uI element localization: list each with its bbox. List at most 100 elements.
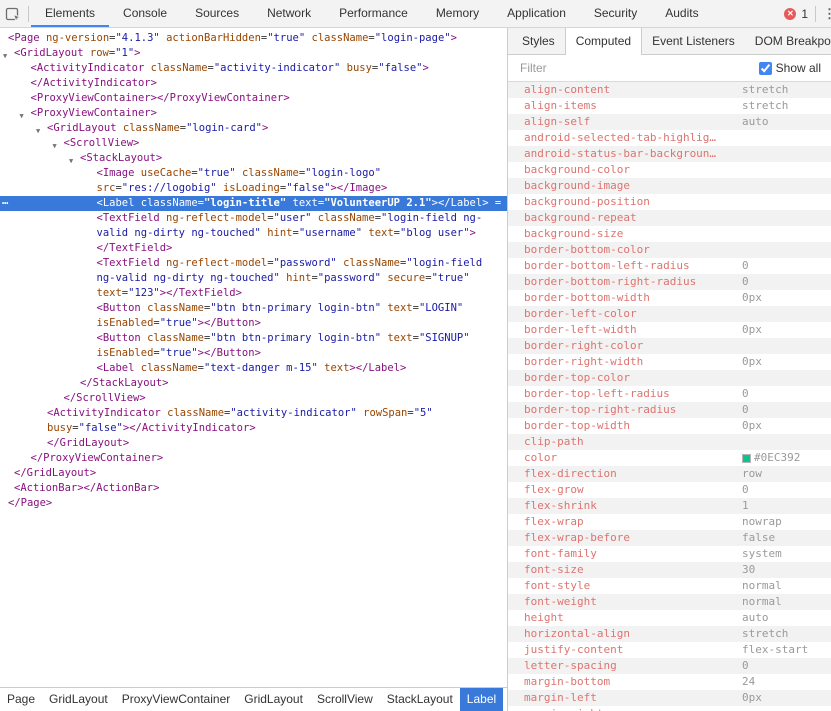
breadcrumb-item-proxyviewcontainer[interactable]: ProxyViewContainer	[115, 688, 238, 711]
property-value: 1	[742, 498, 749, 514]
toolbar-tab-memory[interactable]: Memory	[422, 0, 493, 25]
toolbar-tabs: ElementsConsoleSourcesNetworkPerformance…	[31, 0, 713, 27]
show-all-toggle[interactable]: Show all	[759, 61, 821, 75]
tree-node-close-gridlayout[interactable]: </GridLayout>	[0, 436, 507, 451]
computed-property-row[interactable]: flex-wrapnowrap	[508, 514, 831, 530]
tree-node-close-gridlayout[interactable]: </GridLayout>	[0, 466, 507, 481]
tree-node-proxyviewcontainer[interactable]: ▼<ProxyViewContainer>	[0, 106, 507, 121]
sidebar-tab-styles[interactable]: Styles	[512, 28, 565, 54]
sidebar-tab-computed[interactable]: Computed	[565, 28, 642, 55]
color-swatch[interactable]	[742, 454, 751, 463]
computed-property-row[interactable]: border-bottom-color	[508, 242, 831, 258]
computed-property-row[interactable]: background-color	[508, 162, 831, 178]
computed-property-row[interactable]: flex-grow0	[508, 482, 831, 498]
computed-property-row[interactable]: background-size	[508, 226, 831, 242]
tree-node-actionbar[interactable]: <ActionBar></ActionBar>	[0, 481, 507, 496]
computed-property-row[interactable]: clip-path	[508, 434, 831, 450]
computed-property-row[interactable]: border-right-width0px	[508, 354, 831, 370]
computed-property-row[interactable]: flex-wrap-beforefalse	[508, 530, 831, 546]
computed-property-row[interactable]: heightauto	[508, 610, 831, 626]
computed-property-row[interactable]: border-bottom-right-radius0	[508, 274, 831, 290]
tree-node-close-page[interactable]: </Page>	[0, 496, 507, 511]
computed-property-row[interactable]: font-familysystem	[508, 546, 831, 562]
computed-property-row[interactable]: margin-right	[508, 706, 831, 711]
toolbar-tab-performance[interactable]: Performance	[325, 0, 422, 25]
property-value: auto	[742, 610, 769, 626]
tree-node-page[interactable]: <Page ng-version="4.1.3" actionBarHidden…	[0, 31, 507, 46]
breadcrumb-item-stacklayout[interactable]: StackLayout	[380, 688, 460, 711]
computed-property-row[interactable]: border-top-right-radius0	[508, 402, 831, 418]
more-options-icon[interactable]: ⋮	[823, 6, 831, 22]
computed-property-row[interactable]: align-contentstretch	[508, 82, 831, 98]
computed-property-row[interactable]: font-stylenormal	[508, 578, 831, 594]
tree-node-button[interactable]: <Button className="btn btn-primary login…	[0, 331, 507, 361]
tree-node-button[interactable]: <Button className="btn btn-primary login…	[0, 301, 507, 331]
computed-property-row[interactable]: justify-contentflex-start	[508, 642, 831, 658]
tree-node-close-scrollview[interactable]: </ScrollView>	[0, 391, 507, 406]
tree-node-gridlayout[interactable]: ▼<GridLayout row="1">	[0, 46, 507, 61]
computed-property-row[interactable]: border-right-color	[508, 338, 831, 354]
computed-property-row[interactable]: android-status-bar-backgroun…	[508, 146, 831, 162]
computed-property-row[interactable]: color#0EC392	[508, 450, 831, 466]
error-badge-icon[interactable]: ✕	[784, 8, 796, 20]
computed-property-row[interactable]: margin-bottom24	[508, 674, 831, 690]
tree-node-gridlayout[interactable]: ▼<GridLayout className="login-card">	[0, 121, 507, 136]
breadcrumb-item-gridlayout[interactable]: GridLayout	[42, 688, 115, 711]
computed-property-row[interactable]: background-position	[508, 194, 831, 210]
sidebar-tab-event-listeners[interactable]: Event Listeners	[642, 28, 745, 54]
computed-property-row[interactable]: background-image	[508, 178, 831, 194]
property-name: justify-content	[524, 643, 623, 656]
computed-property-row[interactable]: flex-directionrow	[508, 466, 831, 482]
toolbar-tab-sources[interactable]: Sources	[181, 0, 253, 25]
tree-node-image[interactable]: <Image useCache="true" className="login-…	[0, 166, 507, 196]
computed-property-row[interactable]: font-size30	[508, 562, 831, 578]
inspect-element-button[interactable]	[0, 0, 26, 27]
computed-property-row[interactable]: margin-left0px	[508, 690, 831, 706]
computed-property-row[interactable]: border-top-left-radius0	[508, 386, 831, 402]
breadcrumb-item-label[interactable]: Label	[460, 688, 503, 711]
computed-property-row[interactable]: letter-spacing0	[508, 658, 831, 674]
computed-property-row[interactable]: border-left-color	[508, 306, 831, 322]
computed-property-row[interactable]: border-bottom-width0px	[508, 290, 831, 306]
toolbar-tab-network[interactable]: Network	[253, 0, 325, 25]
breadcrumb-item-page[interactable]: Page	[0, 688, 42, 711]
computed-property-row[interactable]: align-selfauto	[508, 114, 831, 130]
tree-node-label[interactable]: …<Label className="login-title" text="Vo…	[0, 196, 507, 211]
computed-property-row[interactable]: android-selected-tab-highlig…	[508, 130, 831, 146]
computed-property-row[interactable]: border-bottom-left-radius0	[508, 258, 831, 274]
sidebar-tab-dom-breakpoints[interactable]: DOM Breakpoints	[745, 28, 831, 54]
selected-row-dots-icon[interactable]: …	[2, 196, 8, 209]
show-all-checkbox[interactable]	[759, 62, 772, 75]
breadcrumb-item-scrollview[interactable]: ScrollView	[310, 688, 380, 711]
computed-property-row[interactable]: border-top-color	[508, 370, 831, 386]
tree-node-textfield[interactable]: <TextField ng-reflect-model="password" c…	[0, 256, 507, 301]
toolbar-tab-audits[interactable]: Audits	[651, 0, 712, 25]
breadcrumb-item-gridlayout[interactable]: GridLayout	[237, 688, 310, 711]
toolbar-tab-security[interactable]: Security	[580, 0, 651, 25]
toolbar-tab-application[interactable]: Application	[493, 0, 580, 25]
toolbar-tab-elements[interactable]: Elements	[31, 0, 109, 27]
computed-property-row[interactable]: border-top-width0px	[508, 418, 831, 434]
property-name: margin-left	[524, 691, 597, 704]
tree-node-close-proxyviewcontainer[interactable]: </ProxyViewContainer>	[0, 451, 507, 466]
tree-node-proxyviewcontainer[interactable]: <ProxyViewContainer></ProxyViewContainer…	[0, 91, 507, 106]
property-value: 0px	[742, 354, 762, 370]
toolbar-tab-console[interactable]: Console	[109, 0, 181, 25]
tree-node-stacklayout[interactable]: ▼<StackLayout>	[0, 151, 507, 166]
filter-input[interactable]	[518, 60, 755, 76]
tree-node-textfield[interactable]: <TextField ng-reflect-model="user" class…	[0, 211, 507, 256]
tree-node-activityindicator[interactable]: <ActivityIndicator className="activity-i…	[0, 61, 507, 91]
computed-property-row[interactable]: background-repeat	[508, 210, 831, 226]
computed-property-row[interactable]: align-itemsstretch	[508, 98, 831, 114]
computed-property-row[interactable]: horizontal-alignstretch	[508, 626, 831, 642]
property-name: align-items	[524, 99, 597, 112]
tree-node-scrollview[interactable]: ▼<ScrollView>	[0, 136, 507, 151]
error-count[interactable]: 1	[801, 7, 808, 21]
computed-property-row[interactable]: border-left-width0px	[508, 322, 831, 338]
tree-node-label[interactable]: <Label className="text-danger m-15" text…	[0, 361, 507, 376]
computed-property-row[interactable]: font-weightnormal	[508, 594, 831, 610]
tree-node-activityindicator[interactable]: <ActivityIndicator className="activity-i…	[0, 406, 507, 436]
toolbar-right: ✕ 1 ⋮	[784, 6, 831, 22]
tree-node-close-stacklayout[interactable]: </StackLayout>	[0, 376, 507, 391]
computed-property-row[interactable]: flex-shrink1	[508, 498, 831, 514]
